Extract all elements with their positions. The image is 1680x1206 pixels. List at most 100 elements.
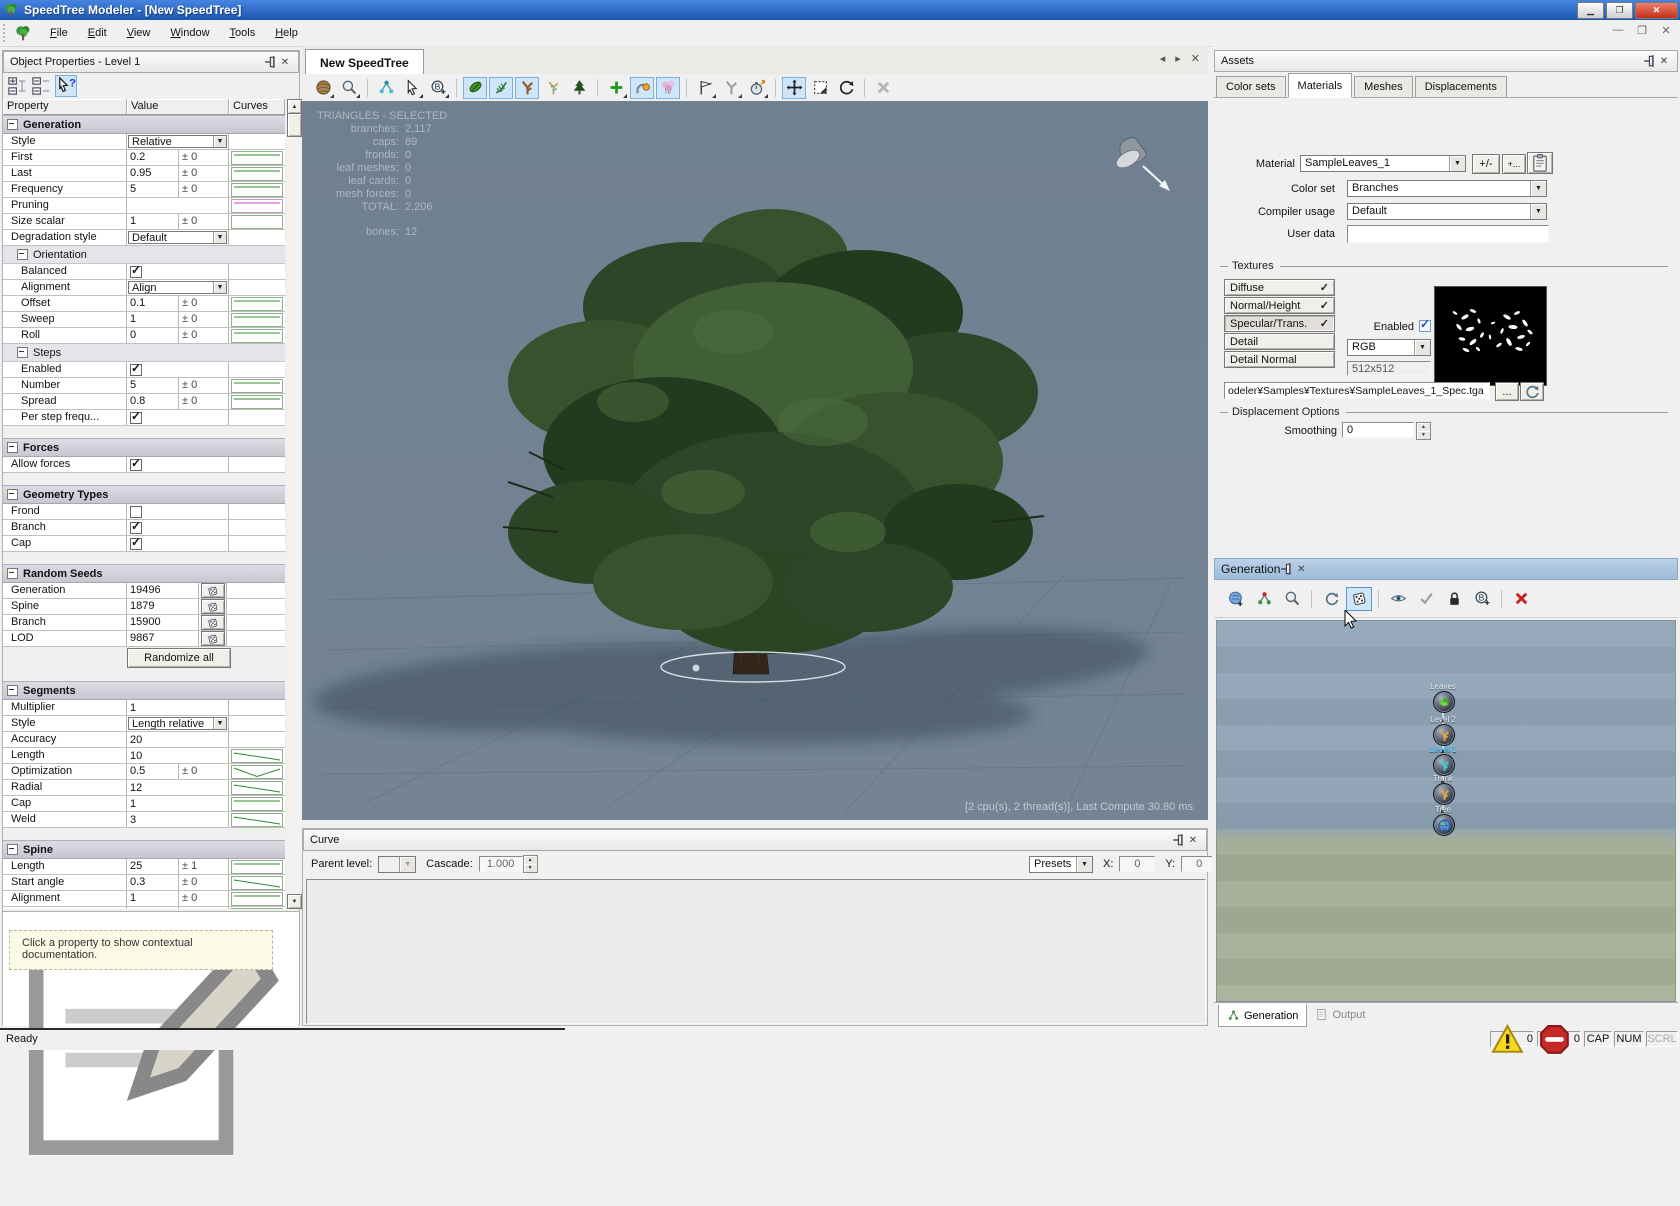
property-row[interactable]: Offset0.1± 0 <box>3 296 285 312</box>
scroll-up-icon[interactable]: ▲ <box>287 99 302 114</box>
cascade-stepper[interactable]: ▲▼ <box>523 855 538 873</box>
curve-thumbnail[interactable] <box>231 297 283 311</box>
smoothing-input[interactable]: 0 <box>1342 422 1414 438</box>
seed-value[interactable]: 15900 <box>127 615 199 630</box>
property-group-segments[interactable]: Segments <box>3 681 285 700</box>
column-property[interactable]: Property <box>3 99 127 115</box>
curve-thumbnail[interactable] <box>231 797 283 811</box>
variance-value[interactable]: ± 0 <box>179 394 229 409</box>
curve-thumbnail[interactable] <box>231 329 283 343</box>
property-group-orientation[interactable]: Orientation <box>3 246 285 264</box>
value-dropdown[interactable]: Length relative▼ <box>128 717 227 730</box>
randomize-all-button[interactable]: Randomize all <box>127 648 231 668</box>
property-row[interactable]: Weld3 <box>3 812 285 828</box>
curve-cell[interactable] <box>229 748 285 763</box>
value-input[interactable]: 5 <box>127 182 179 197</box>
property-row[interactable]: Cap1 <box>3 796 285 812</box>
property-row[interactable]: Last0.95± 0 <box>3 166 285 182</box>
curve-cell[interactable] <box>229 875 285 890</box>
value-input[interactable]: 0.1 <box>127 296 179 311</box>
curve-cell[interactable] <box>229 764 285 779</box>
collapse-icon[interactable] <box>7 685 18 696</box>
texture-slot-detail-normal[interactable]: Detail Normal <box>1224 351 1335 368</box>
dice-icon[interactable] <box>201 615 225 630</box>
seed-value[interactable]: 19496 <box>127 583 199 598</box>
add-generator-button[interactable] <box>604 77 628 99</box>
property-row[interactable]: Sweep1± 0 <box>3 312 285 328</box>
property-row[interactable]: Per step frequ... <box>3 410 285 426</box>
property-row[interactable]: Branch15900 <box>3 615 285 631</box>
menu-item-edit[interactable]: Edit <box>78 23 117 43</box>
property-row[interactable]: Cap <box>3 536 285 552</box>
curve-cell[interactable] <box>229 891 285 906</box>
value-input[interactable]: 3 <box>127 812 229 827</box>
curve-cell[interactable] <box>229 296 285 311</box>
property-row[interactable]: Alignment1± 0 <box>3 891 285 907</box>
property-row[interactable]: Start angle0.3± 0 <box>3 875 285 891</box>
property-row[interactable]: Spread0.8± 0 <box>3 394 285 410</box>
value-input[interactable]: 1 <box>127 214 179 229</box>
show-leaves-button[interactable] <box>463 77 487 99</box>
growth-tool-button[interactable] <box>745 77 769 99</box>
texture-slot-diffuse[interactable]: Diffuse✓ <box>1224 279 1335 296</box>
variance-value[interactable]: ± 0 <box>179 328 229 343</box>
dice-icon[interactable] <box>201 583 225 598</box>
close-panel-icon[interactable]: ✕ <box>1294 562 1308 576</box>
force-tool-button[interactable] <box>630 77 654 99</box>
material-select[interactable]: SampleLeaves_1 ▼ <box>1300 155 1466 172</box>
value-input[interactable]: 1 <box>127 312 179 327</box>
value-input[interactable]: 0.95 <box>127 166 179 181</box>
curve-thumbnail[interactable] <box>231 765 283 779</box>
property-row[interactable]: Branch <box>3 520 285 536</box>
mdi-minimize-button[interactable]: — <box>1610 24 1626 37</box>
generator-node-tree[interactable] <box>1433 814 1455 836</box>
generation-node-graph[interactable]: LeavesLevel 2Level 1TrunkTree <box>1216 620 1676 1002</box>
pin-icon[interactable] <box>1643 54 1657 68</box>
variance-value[interactable]: ± 0 <box>179 312 229 327</box>
close-button[interactable]: ✕ <box>1635 2 1678 19</box>
curve-thumbnail[interactable] <box>231 199 283 213</box>
recompute-button[interactable] <box>1318 587 1344 611</box>
collapse-icon[interactable] <box>7 442 18 453</box>
value-input[interactable]: 10 <box>127 748 229 763</box>
variance-value[interactable]: ± 1 <box>179 859 229 874</box>
show-forces-button[interactable] <box>567 77 591 99</box>
user-data-input[interactable] <box>1347 225 1549 243</box>
value-input[interactable]: 0.2 <box>127 150 179 165</box>
property-group-random-seeds[interactable]: Random Seeds <box>3 564 285 583</box>
color-set-select[interactable]: Branches ▼ <box>1347 180 1547 197</box>
property-row[interactable]: Roll0± 0.2 <box>3 907 285 909</box>
property-row[interactable]: StyleRelative▼ <box>3 134 285 150</box>
context-help-button[interactable]: ? <box>55 75 77 97</box>
curve-thumbnail[interactable] <box>231 151 283 165</box>
mdi-close-button[interactable]: ✕ <box>1658 24 1674 37</box>
collapse-icon[interactable] <box>17 249 28 260</box>
property-row[interactable]: StyleLength relative▼ <box>3 716 285 732</box>
property-group-steps[interactable]: Steps <box>3 344 285 362</box>
curve-thumbnail[interactable] <box>231 379 283 393</box>
seed-value[interactable]: 1879 <box>127 599 199 614</box>
generator-node-leaves[interactable] <box>1433 691 1455 713</box>
curve-cell[interactable] <box>229 198 285 213</box>
add-remove-material-button[interactable]: +/- <box>1472 154 1500 174</box>
property-group-spine[interactable]: Spine <box>3 840 285 859</box>
property-row[interactable]: Length10 <box>3 748 285 764</box>
clipboard-icon[interactable] <box>1527 152 1553 174</box>
close-panel-icon[interactable]: ✕ <box>278 55 292 69</box>
expand-tree-icon[interactable] <box>7 76 27 96</box>
property-row[interactable]: Frequency5± 0 <box>3 182 285 198</box>
value-input[interactable]: 20 <box>127 732 229 747</box>
add-material-button[interactable]: +... <box>1502 154 1526 174</box>
presets-select[interactable]: Presets ▼ <box>1029 856 1093 873</box>
curve-thumbnail[interactable] <box>231 395 283 409</box>
pin-icon[interactable] <box>1280 562 1294 576</box>
texture-slot-detail[interactable]: Detail <box>1224 333 1335 350</box>
reload-texture-icon[interactable] <box>1520 382 1544 401</box>
tab-color-sets[interactable]: Color sets <box>1216 76 1286 97</box>
tab-displacements[interactable]: Displacements <box>1415 76 1507 97</box>
curve-cell[interactable] <box>229 328 285 343</box>
variance-value[interactable]: ± 0 <box>179 296 229 311</box>
value-dropdown[interactable]: Relative▼ <box>128 135 227 148</box>
generator-node-trunk[interactable] <box>1433 783 1455 805</box>
scroll-down-icon[interactable]: ▼ <box>287 894 302 909</box>
